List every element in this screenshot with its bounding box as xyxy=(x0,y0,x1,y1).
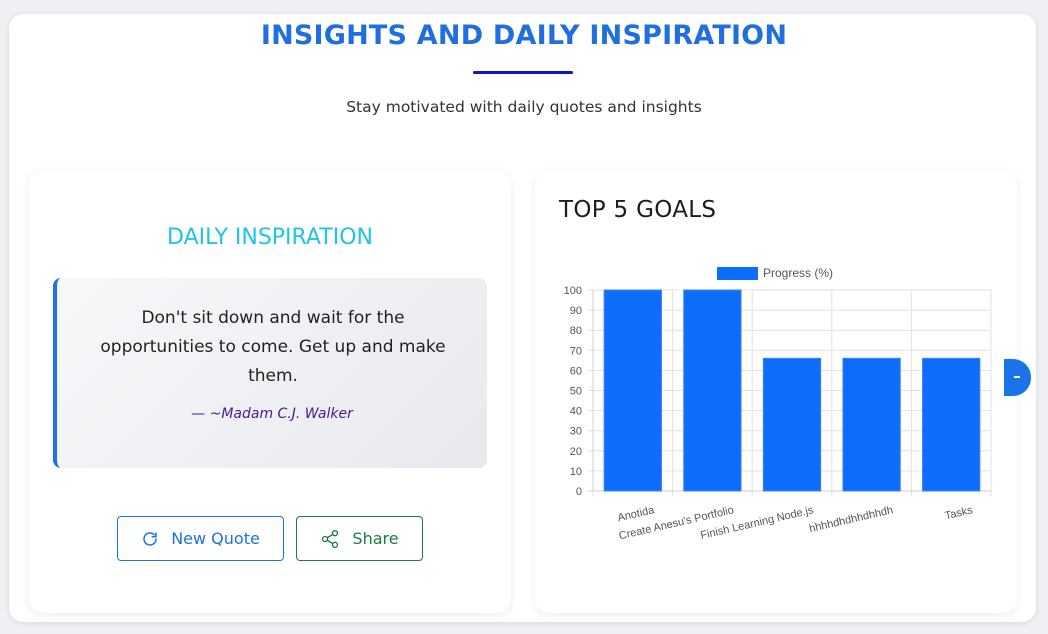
daily-inspiration-title: DAILY INSPIRATION xyxy=(167,225,373,250)
y-tick-label: 70 xyxy=(570,345,582,357)
chart-bar xyxy=(842,357,901,492)
legend-label: Progress (%) xyxy=(763,266,833,280)
quote-author: — ~Madam C.J. Walker xyxy=(191,406,353,422)
quote-box: Don't sit down and wait for the opportun… xyxy=(53,278,487,468)
chart-bar xyxy=(922,357,981,492)
title-underline xyxy=(473,71,573,74)
y-tick-label: 0 xyxy=(576,486,582,498)
top-goals-card: TOP 5 GOALS 0 10 20 30 40 50 60 70 80 90 100 Anotid… xyxy=(535,171,1017,613)
y-tick-label: 100 xyxy=(564,285,582,297)
x-tick-label: hhhhdhdhhdhhdh xyxy=(808,504,894,535)
x-tick-label: Tasks xyxy=(944,504,975,522)
chart-bar xyxy=(603,289,662,492)
section-title: INSIGHTS AND DAILY INSPIRATION xyxy=(260,20,788,51)
y-tick-label: 80 xyxy=(570,325,582,337)
y-tick-label: 90 xyxy=(570,305,582,317)
daily-inspiration-card: DAILY INSPIRATION Don't sit down and wai… xyxy=(29,171,511,613)
y-tick-label: 50 xyxy=(570,386,582,398)
refresh-icon xyxy=(143,531,157,546)
share-label: Share xyxy=(352,529,399,548)
y-tick-label: 20 xyxy=(570,446,582,458)
y-tick-label: 30 xyxy=(570,426,582,438)
new-quote-label: New Quote xyxy=(171,529,260,548)
share-button[interactable]: Share xyxy=(296,516,423,561)
chart-bar xyxy=(683,289,742,492)
section-subtitle: Stay motivated with daily quotes and ins… xyxy=(346,98,702,116)
fab-icon xyxy=(1014,376,1020,378)
x-tick-label: Anotida xyxy=(616,504,656,524)
share-icon xyxy=(322,529,339,548)
quote-text: Don't sit down and wait for the opportun… xyxy=(100,308,446,386)
y-tick-label: 60 xyxy=(570,365,582,377)
y-tick-label: 40 xyxy=(570,406,582,418)
new-quote-button[interactable]: New Quote xyxy=(117,516,284,561)
y-tick-label: 10 xyxy=(570,466,582,478)
legend-swatch xyxy=(717,267,758,280)
chart-bar xyxy=(762,357,822,492)
goals-bar-chart: 0102030405060708090100AnotidaCreate Anes… xyxy=(564,266,992,542)
